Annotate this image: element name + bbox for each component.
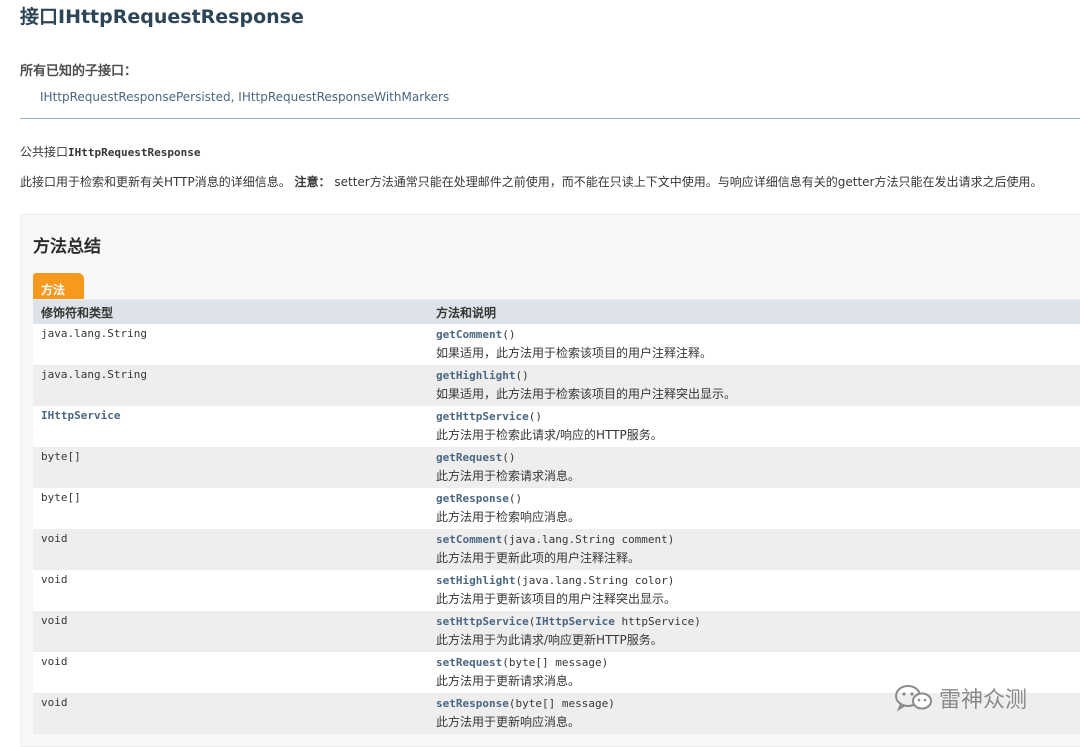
subinterface-link-persisted[interactable]: IHttpRequestResponsePersisted	[40, 90, 231, 104]
method-signature: setComment(java.lang.String comment)	[436, 533, 674, 546]
table-row: IHttpService getHttpService() 此方法用于检索此请求/响…	[33, 406, 1080, 447]
method-signature: getRequest()	[436, 451, 515, 464]
table-row: void setHighlight(java.lang.String color)…	[33, 570, 1080, 611]
method-signature: setHttpService(IHttpService httpService)	[436, 615, 701, 628]
method-signature: setResponse(byte[] message)	[436, 697, 615, 710]
method-return-type: java.lang.String	[33, 365, 428, 406]
method-summary-panel: 方法总结 方法 修饰符和类型 方法和说明 java.lang.String get…	[20, 214, 1080, 747]
method-params: (byte[] message)	[508, 697, 615, 710]
method-params: (byte[] message)	[502, 656, 609, 669]
method-description: 此方法用于检索此请求/响应的HTTP服务。	[436, 428, 663, 442]
method-signature: setRequest(byte[] message)	[436, 656, 608, 669]
method-return-type: void	[33, 570, 428, 611]
description-note-label: 注意：	[294, 175, 331, 189]
declaration-name: IHttpRequestResponse	[68, 146, 201, 159]
description-main: 此接口用于检索和更新有关HTTP消息的详细信息。	[20, 175, 291, 189]
method-signature: getResponse()	[436, 492, 522, 505]
method-cell: getHttpService() 此方法用于检索此请求/响应的HTTP服务。	[428, 406, 1080, 447]
method-params: (java.lang.String comment)	[502, 533, 675, 546]
column-header-method: 方法和说明	[428, 299, 1080, 324]
method-cell: getRequest() 此方法用于检索请求消息。	[428, 447, 1080, 488]
tab-methods[interactable]: 方法	[33, 273, 84, 299]
method-cell: getResponse() 此方法用于检索响应消息。	[428, 488, 1080, 529]
method-params: ()	[502, 451, 516, 464]
method-cell: setHighlight(java.lang.String color) 此方法用…	[428, 570, 1080, 611]
method-name-link[interactable]: getComment	[436, 328, 502, 341]
subinterface-link-with-markers[interactable]: IHttpRequestResponseWithMarkers	[238, 90, 449, 104]
method-description: 此方法用于为此请求/响应更新HTTP服务。	[436, 633, 663, 647]
method-description: 如果适用，此方法用于检索该项目的用户注释突出显示。	[436, 387, 737, 401]
method-name-link[interactable]: setComment	[436, 533, 502, 546]
param-type-link[interactable]: IHttpService	[535, 615, 614, 628]
method-name-link[interactable]: setRequest	[436, 656, 502, 669]
method-cell: setComment(java.lang.String comment) 此方法用…	[428, 529, 1080, 570]
method-return-type: void	[33, 529, 428, 570]
method-name-link[interactable]: setHighlight	[436, 574, 515, 587]
method-name-link[interactable]: getHighlight	[436, 369, 515, 382]
method-cell: getComment() 如果适用，此方法用于检索该项目的用户注释注释。	[428, 324, 1080, 365]
method-params: httpService)	[614, 615, 701, 628]
table-header-row: 修饰符和类型 方法和说明	[33, 299, 1080, 324]
method-return-type: java.lang.String	[33, 324, 428, 365]
interface-description: 此接口用于检索和更新有关HTTP消息的详细信息。 注意： setter方法通常只…	[20, 173, 1080, 190]
method-return-type[interactable]: IHttpService	[33, 406, 428, 447]
table-row: java.lang.String getComment() 如果适用，此方法用于检索…	[33, 324, 1080, 365]
method-return-type: void	[33, 611, 428, 652]
wechat-icon	[895, 685, 932, 712]
description-note: setter方法通常只能在处理邮件之前使用，而不能在只读上下文中使用。与响应详细…	[330, 175, 1043, 189]
column-header-type: 修饰符和类型	[33, 299, 428, 324]
table-row: byte[] getRequest() 此方法用于检索请求消息。	[33, 447, 1080, 488]
table-row: byte[] getResponse() 此方法用于检索响应消息。	[33, 488, 1080, 529]
method-return-type: byte[]	[33, 447, 428, 488]
method-return-type: void	[33, 693, 428, 734]
method-cell: getHighlight() 如果适用，此方法用于检索该项目的用户注释突出显示。	[428, 365, 1080, 406]
method-params: ()	[528, 410, 542, 423]
method-summary-heading: 方法总结	[33, 237, 101, 257]
method-name-link[interactable]: getHttpService	[436, 410, 529, 423]
method-return-type: void	[33, 652, 428, 693]
method-cell: setHttpService(IHttpService httpService)…	[428, 611, 1080, 652]
method-name-link[interactable]: getRequest	[436, 451, 502, 464]
method-description: 此方法用于检索响应消息。	[436, 510, 581, 524]
table-row: java.lang.String getHighlight() 如果适用，此方法用于…	[33, 365, 1080, 406]
method-signature: getComment()	[436, 328, 515, 341]
method-return-type: byte[]	[33, 488, 428, 529]
table-row: void setHttpService(IHttpService httpServ…	[33, 611, 1080, 652]
page-title: 接口IHttpRequestResponse	[20, 6, 304, 28]
known-subinterfaces-heading: 所有已知的子接口：	[20, 64, 138, 79]
declaration-prefix: 公共接口	[20, 145, 69, 159]
method-params: ()	[515, 369, 529, 382]
method-name-link[interactable]: setHttpService	[436, 615, 529, 628]
method-description: 如果适用，此方法用于检索该项目的用户注释注释。	[436, 346, 713, 360]
subinterface-list: IHttpRequestResponsePersisted, IHttpRequ…	[40, 90, 449, 104]
method-signature: getHighlight()	[436, 369, 529, 382]
method-summary-table: 修饰符和类型 方法和说明 java.lang.String getComment(…	[33, 299, 1080, 734]
method-description: 此方法用于更新响应消息。	[436, 715, 581, 729]
method-signature: setHighlight(java.lang.String color)	[436, 574, 674, 587]
method-name-link[interactable]: setResponse	[436, 697, 509, 710]
interface-declaration: 公共接口IHttpRequestResponse	[20, 143, 200, 160]
method-params: (java.lang.String color)	[515, 574, 675, 587]
method-params: ()	[508, 492, 523, 505]
table-row: void setComment(java.lang.String comment)…	[33, 529, 1080, 570]
divider	[20, 118, 1080, 119]
method-signature: getHttpService()	[436, 410, 542, 423]
method-description: 此方法用于更新此项的用户注释注释。	[436, 551, 641, 565]
method-description: 此方法用于检索请求消息。	[436, 469, 581, 483]
method-description: 此方法用于更新该项目的用户注释突出显示。	[436, 592, 677, 606]
method-params: ()	[502, 328, 516, 341]
watermark: 雷神众测	[893, 682, 1027, 714]
watermark-text: 雷神众测	[939, 688, 1028, 713]
method-name-link[interactable]: getResponse	[436, 492, 509, 505]
